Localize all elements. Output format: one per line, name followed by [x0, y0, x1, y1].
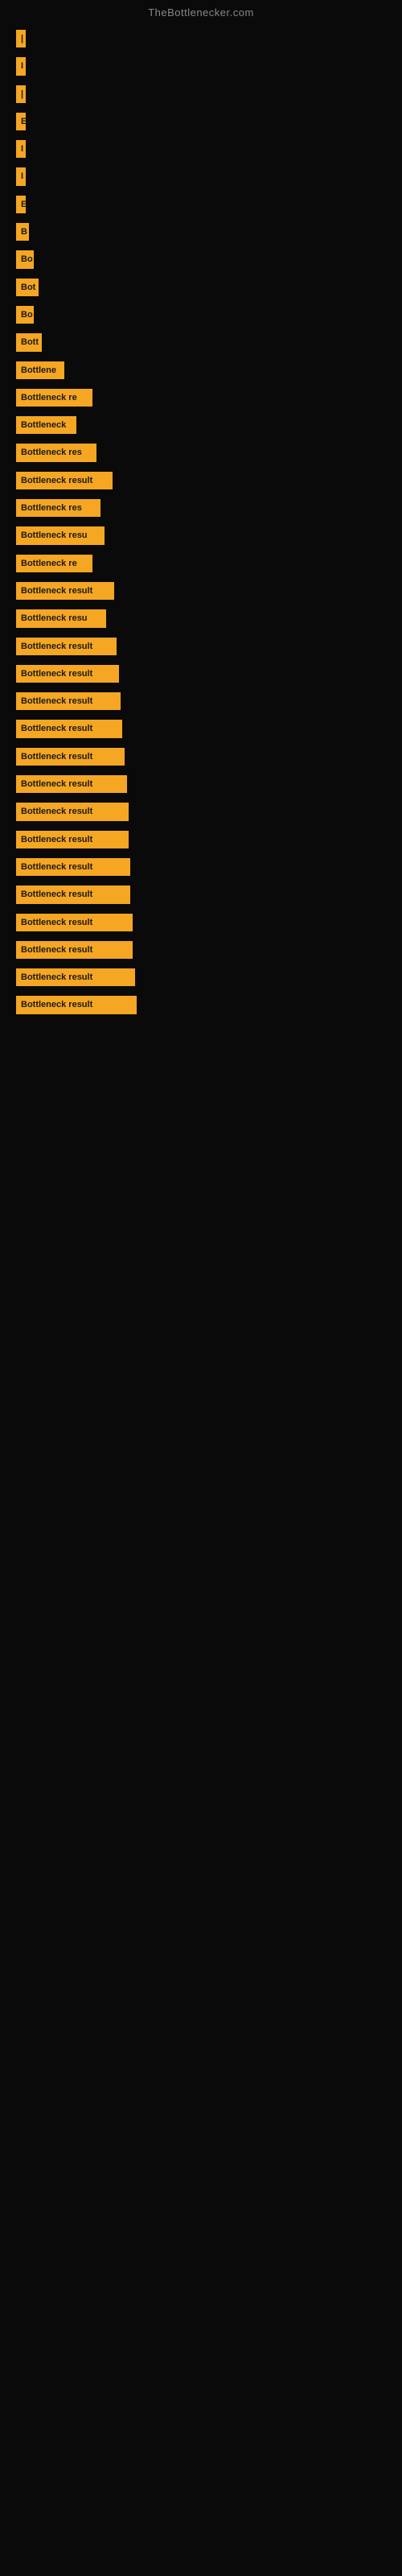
bar-label: I	[16, 140, 26, 158]
bar-row: Bottleneck result	[16, 472, 386, 489]
bar-label: Bottleneck	[16, 416, 76, 434]
bar-row: Bo	[16, 306, 386, 324]
bar-label: Bott	[16, 333, 42, 351]
bar-label: Bottleneck resu	[16, 526, 105, 544]
bars-container: |I|EIIEBBoBotBoBottBottleneBottleneck re…	[0, 22, 402, 1032]
bar-row: |	[16, 85, 386, 103]
bar-label: I	[16, 57, 26, 75]
bar-row: Bottleneck re	[16, 389, 386, 407]
bar-row: Bottleneck result	[16, 858, 386, 876]
bar-row: I	[16, 167, 386, 185]
bar-row: Bottleneck result	[16, 720, 386, 737]
bar-row: Bottleneck result	[16, 692, 386, 710]
bar-row: Bottleneck	[16, 416, 386, 434]
bar-label: Bottleneck result	[16, 582, 114, 600]
bar-label: Bottlene	[16, 361, 64, 379]
bar-row: Bot	[16, 279, 386, 296]
bar-row: I	[16, 140, 386, 158]
bar-row: E	[16, 113, 386, 130]
bar-row: Bottleneck resu	[16, 526, 386, 544]
bar-row: Bottlene	[16, 361, 386, 379]
bar-row: Bottleneck re	[16, 555, 386, 572]
bar-label: Bottleneck result	[16, 968, 135, 986]
bar-row: Bottleneck result	[16, 638, 386, 655]
bar-label: Bottleneck resu	[16, 609, 106, 627]
bar-label: Bottleneck result	[16, 914, 133, 931]
bar-label: Bottleneck re	[16, 555, 92, 572]
bar-label: |	[16, 85, 26, 103]
bar-row: Bottleneck resu	[16, 609, 386, 627]
bar-label: Bottleneck result	[16, 472, 113, 489]
bar-row: Bottleneck res	[16, 444, 386, 461]
bar-label: Bottleneck res	[16, 499, 100, 517]
bar-label: Bottleneck result	[16, 692, 121, 710]
bar-row: Bottleneck result	[16, 996, 386, 1013]
bar-label: Bottleneck result	[16, 941, 133, 959]
bar-row: Bottleneck res	[16, 499, 386, 517]
bar-row: Bottleneck result	[16, 582, 386, 600]
bar-row: Bottleneck result	[16, 775, 386, 793]
bar-label: Bottleneck result	[16, 886, 130, 903]
bar-label: |	[16, 30, 26, 47]
bar-label: Bottleneck result	[16, 775, 127, 793]
bar-label: Bottleneck res	[16, 444, 96, 461]
bar-label: Bottleneck result	[16, 720, 122, 737]
bar-label: Bottleneck re	[16, 389, 92, 407]
bar-row: Bottleneck result	[16, 886, 386, 903]
bar-row: Bo	[16, 250, 386, 268]
bar-label: B	[16, 223, 29, 241]
bar-row: Bottleneck result	[16, 665, 386, 683]
bar-label: Bo	[16, 306, 34, 324]
bar-label: Bottleneck result	[16, 638, 117, 655]
bar-label: Bo	[16, 250, 34, 268]
bar-label: Bottleneck result	[16, 665, 119, 683]
bar-row: Bott	[16, 333, 386, 351]
bar-row: Bottleneck result	[16, 803, 386, 820]
bar-label: E	[16, 113, 26, 130]
bar-label: I	[16, 167, 26, 185]
bar-label: Bottleneck result	[16, 748, 125, 766]
bar-row: B	[16, 223, 386, 241]
bar-row: Bottleneck result	[16, 968, 386, 986]
bar-row: Bottleneck result	[16, 748, 386, 766]
bar-row: Bottleneck result	[16, 914, 386, 931]
bar-label: E	[16, 196, 26, 213]
bar-row: Bottleneck result	[16, 831, 386, 848]
bar-row: I	[16, 57, 386, 75]
bar-label: Bottleneck result	[16, 858, 130, 876]
bar-label: Bottleneck result	[16, 831, 129, 848]
bar-label: Bottleneck result	[16, 803, 129, 820]
bar-row: Bottleneck result	[16, 941, 386, 959]
bar-row: |	[16, 30, 386, 47]
bar-row: E	[16, 196, 386, 213]
bar-label: Bot	[16, 279, 39, 296]
site-title: TheBottlenecker.com	[0, 0, 402, 22]
bar-label: Bottleneck result	[16, 996, 137, 1013]
